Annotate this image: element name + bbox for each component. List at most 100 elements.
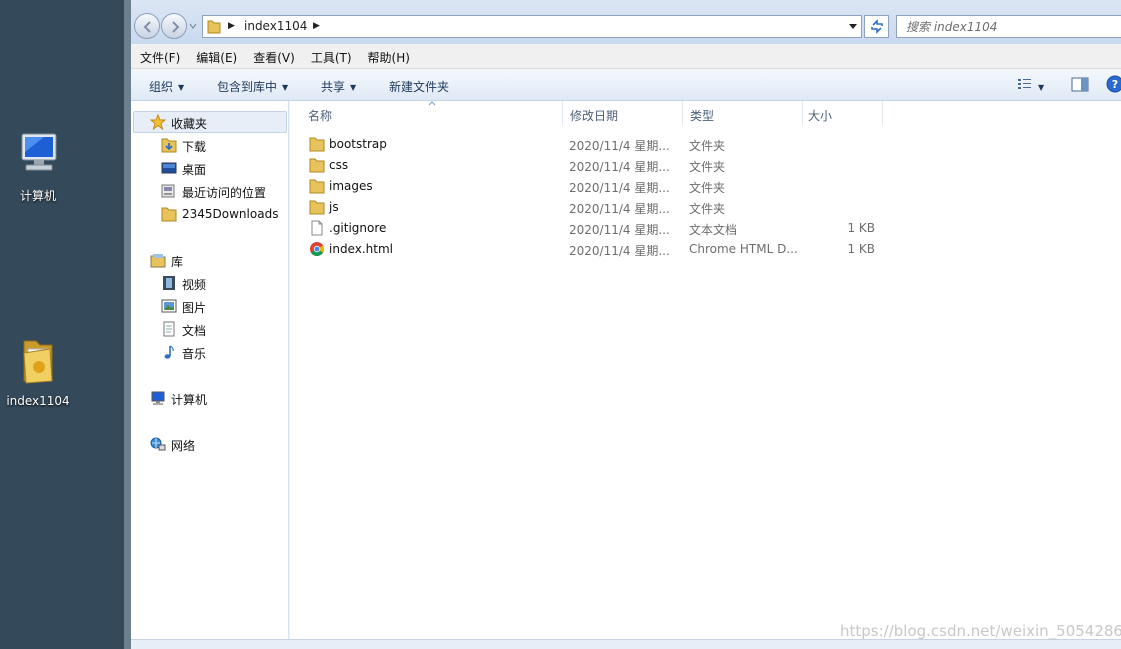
nav-favorites-label: 收藏夹 [171,117,208,131]
desktop: 计算机 index1104 [0,0,124,649]
explorer-window: ▶ index1104 ▶ 文件(F)编辑(E)查看(V)工具(T)帮助(H) … [131,0,1121,649]
nav-network-label: 网络 [171,439,196,453]
address-dropdown-icon[interactable] [849,24,857,30]
nav-music-label: 音乐 [182,347,207,361]
breadcrumb-index1104[interactable]: index1104 [244,19,307,33]
address-bar[interactable]: ▶ index1104 ▶ [202,15,862,38]
refresh-icon [871,19,883,34]
file-date: 2020/11/4 星期... [569,160,670,174]
column-size-label: 大小 [808,109,833,123]
column-date-label: 修改日期 [570,109,619,123]
file-name: images [329,179,373,193]
column-type-label: 类型 [690,109,715,123]
nav-computer-label: 计算机 [171,393,208,407]
desktop-computer-label: 计算机 [19,189,56,203]
library-icon [150,254,166,268]
column-name-label: 名称 [308,109,333,123]
breadcrumb-separator-icon[interactable]: ▶ [313,21,320,31]
file-type: Chrome HTML D... [689,242,798,256]
column-header-type[interactable]: 类型 [672,101,792,127]
details-pane [131,639,1121,649]
file-row[interactable]: .gitignore 2020/11/4 星期... 文本文档 1 KB [290,218,880,239]
folder-icon [309,179,325,194]
menu-bar: 文件(F) 编辑(E) 查看(V) 工具(T) 帮助(H) [131,45,1121,69]
file-name: index.html [329,242,393,256]
file-type: 文件夹 [689,160,726,174]
file-row[interactable]: index.html 2020/11/4 星期... Chrome HTML D… [290,239,880,260]
file-row[interactable]: bootstrap 2020/11/4 星期... 文件夹 [290,134,880,155]
file-size: 1 KB [847,221,875,235]
organize-button[interactable]: 组织 ▼ [149,78,184,95]
desktop-icon [161,162,177,174]
column-divider[interactable] [882,101,883,125]
music-icon [164,345,174,359]
desktop-computer-shortcut[interactable]: 计算机 [0,130,76,204]
new-folder-button[interactable]: 新建文件夹 [389,78,449,95]
document-icon [163,321,175,337]
svg-text:?: ? [1112,78,1118,91]
sort-ascending-icon [428,101,436,106]
file-row[interactable]: css 2020/11/4 星期... 文件夹 [290,155,880,176]
nav-documents-label: 文档 [182,324,207,338]
search-field[interactable] [896,15,1121,38]
menu-view[interactable]: 查看(V) [244,45,302,66]
file-name: .gitignore [329,221,387,235]
file-type: 文件夹 [689,139,726,153]
preview-pane-icon [1071,77,1089,92]
file-date: 2020/11/4 星期... [569,202,670,216]
command-bar: 组织 ▼ 包含到库中 ▼ 共享 ▼ 新建文件夹 ▼ ? [131,70,1121,101]
share-label: 共享 [321,80,346,94]
view-options-button[interactable]: ▼ [1017,77,1044,94]
column-header-date[interactable]: 修改日期 [552,101,672,127]
search-input[interactable] [897,16,1097,37]
recent-pages-chevron-icon[interactable] [189,22,197,30]
column-header-name[interactable]: 名称 [290,101,562,127]
file-size: 1 KB [847,242,875,256]
folder-icon [23,340,53,384]
watermark-text: https://blog.csdn.net/weixin_50542867 [840,622,1121,640]
file-row[interactable]: images 2020/11/4 星期... 文件夹 [290,176,880,197]
preview-pane-button[interactable] [1071,77,1089,95]
menu-tools[interactable]: 工具(T) [302,45,359,66]
back-button[interactable] [134,13,160,39]
column-header-size[interactable]: 大小 [790,101,870,127]
forward-button[interactable] [161,13,187,39]
file-date: 2020/11/4 星期... [569,223,670,237]
window-frame-edge [124,0,131,649]
file-name: js [329,200,339,214]
nav-2345downloads-label: 2345Downloads [182,207,279,221]
include-in-library-button[interactable]: 包含到库中 ▼ [217,78,288,95]
new-folder-label: 新建文件夹 [389,80,450,94]
file-date: 2020/11/4 星期... [569,139,670,153]
nav-desktop-label: 桌面 [182,163,207,177]
picture-icon [161,299,177,313]
include-library-label: 包含到库中 [217,80,278,94]
file-type: 文件夹 [689,202,726,216]
help-icon: ? [1106,75,1121,93]
nav-downloads-label: 下载 [182,140,207,154]
folder-icon [309,158,325,173]
share-button[interactable]: 共享 ▼ [321,78,356,95]
chevron-down-icon: ▼ [282,83,289,92]
desktop-folder-shortcut[interactable]: index1104 [0,335,76,408]
nav-recent-places-label: 最近访问的位置 [182,186,267,200]
menu-edit[interactable]: 编辑(E) [187,45,244,66]
file-name: bootstrap [329,137,387,151]
folder-icon [161,207,177,222]
refresh-button[interactable] [864,15,889,38]
breadcrumb-separator-icon[interactable]: ▶ [228,21,235,31]
file-list: 名称 修改日期 类型 大小 bootstrap 2020/11/4 星期... … [290,101,1121,639]
desktop-folder-label: index1104 [6,394,70,408]
star-icon [150,114,166,130]
nav-pictures-label: 图片 [182,301,207,315]
file-row[interactable]: js 2020/11/4 星期... 文件夹 [290,197,880,218]
chevron-down-icon: ▼ [178,83,185,92]
organize-label: 组织 [149,80,174,94]
chevron-down-icon: ▼ [1038,83,1045,92]
menu-file[interactable]: 文件(F) [131,45,187,66]
file-name: css [329,158,349,172]
help-button[interactable]: ? [1106,75,1121,96]
menu-help[interactable]: 帮助(H) [359,45,417,66]
computer-icon [151,391,165,405]
forward-arrow-icon [172,21,180,33]
